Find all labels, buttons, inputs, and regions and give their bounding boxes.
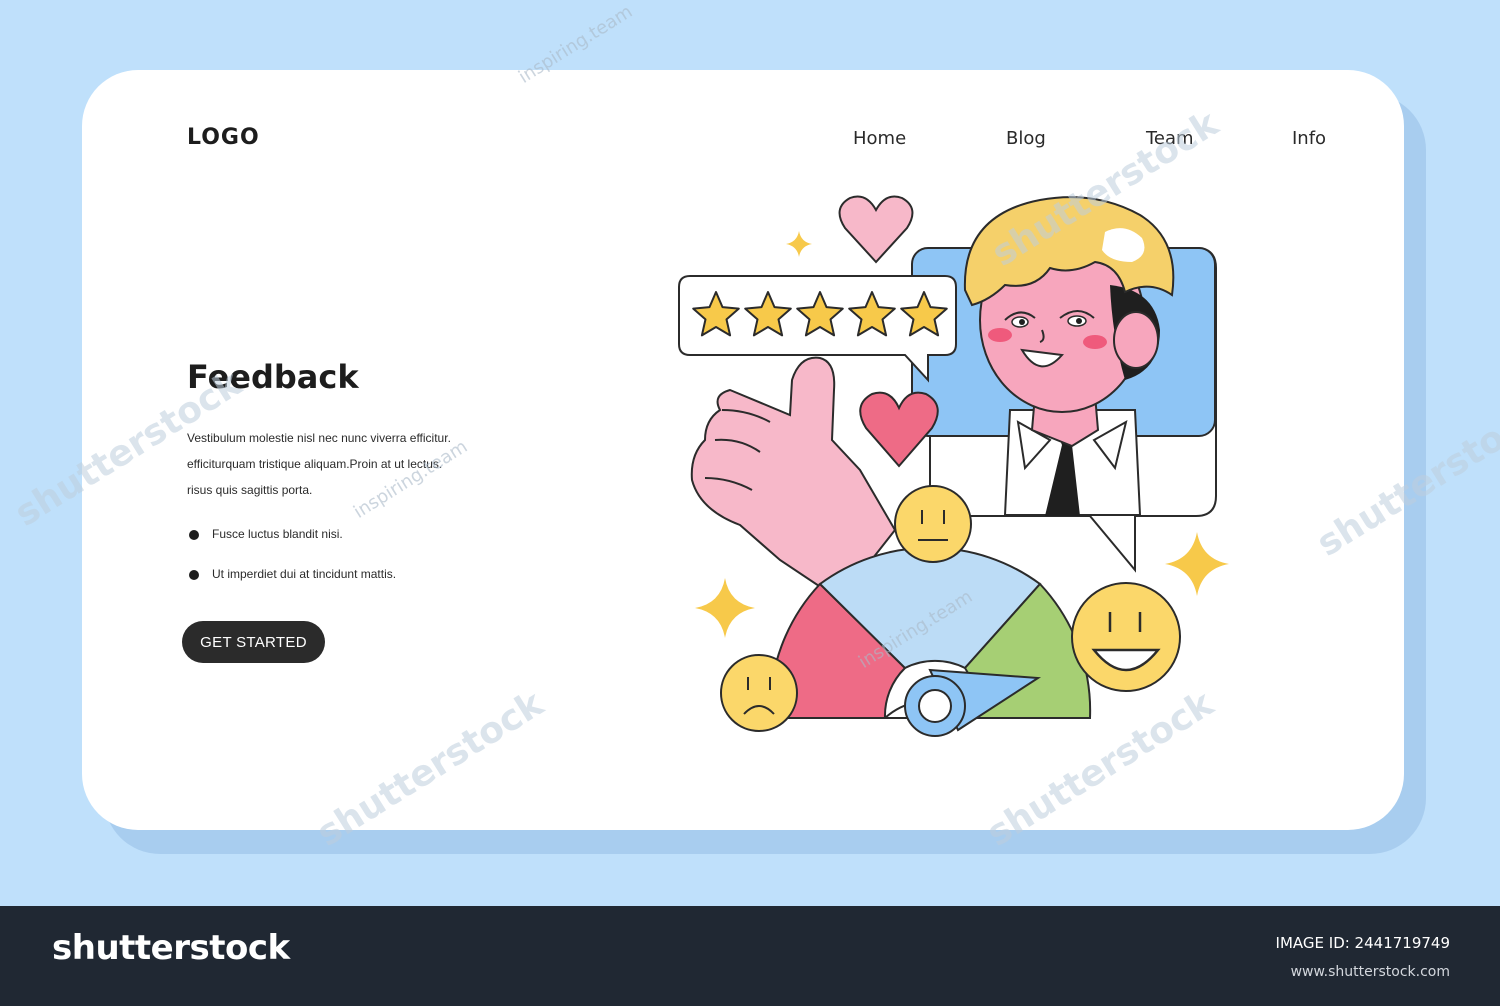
happy-face-icon	[1071, 582, 1181, 692]
neutral-face-icon	[894, 485, 972, 563]
heart-icon	[838, 195, 914, 264]
stock-footer: shutterstock IMAGE ID: 2441719749 www.sh…	[0, 906, 1500, 1006]
heart-icon	[859, 391, 939, 468]
sparkle-icon	[695, 578, 755, 638]
sad-face-icon	[720, 654, 798, 732]
feedback-illustration	[678, 195, 1229, 737]
image-id: IMAGE ID: 2441719749	[1275, 934, 1450, 952]
footer-brand: shutterstock	[52, 928, 290, 968]
sparkle-icon	[786, 231, 812, 257]
sparkle-icon	[1165, 532, 1229, 596]
site-url[interactable]: www.shutterstock.com	[1291, 964, 1450, 980]
